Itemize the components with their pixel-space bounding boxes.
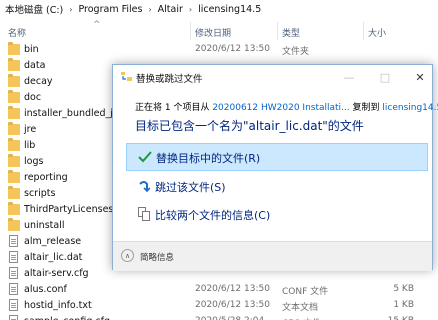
column-header-type[interactable]: 类型 bbox=[282, 26, 300, 39]
file-name: altair_lic.dat bbox=[24, 252, 83, 263]
file-name: reporting bbox=[24, 172, 68, 183]
file-name: doc bbox=[24, 92, 42, 103]
file-name: altair-serv.cfg bbox=[24, 268, 89, 279]
file-name: decay bbox=[24, 76, 53, 87]
close-icon[interactable]: ✕ bbox=[409, 68, 431, 86]
file-date: 2020/5/28 2:04 bbox=[195, 316, 264, 320]
file-name: sample_config.cfg bbox=[24, 316, 110, 320]
folder-icon bbox=[8, 42, 20, 55]
breadcrumb-separator-icon[interactable]: › bbox=[189, 5, 192, 14]
column-divider[interactable] bbox=[277, 22, 278, 40]
folder-icon bbox=[8, 186, 20, 199]
source-folder-link[interactable]: 20200612 HW2020 Installati... bbox=[212, 103, 349, 113]
file-date: 2020/6/12 13:50 bbox=[195, 284, 270, 294]
document-icon bbox=[9, 315, 18, 320]
file-size: 15 KB bbox=[388, 316, 414, 320]
compare-files-option[interactable]: 比较两个文件的信息(C) bbox=[126, 201, 428, 229]
file-name: jre bbox=[24, 124, 37, 135]
maximize-icon[interactable]: □ bbox=[374, 68, 396, 86]
file-type: 文本文档 bbox=[282, 303, 319, 313]
document-icon bbox=[9, 283, 18, 295]
column-header-size[interactable]: 大小 bbox=[368, 26, 386, 39]
breadcrumb-item-program-files[interactable]: Program Files bbox=[78, 4, 142, 15]
file-name: alm_release bbox=[24, 236, 82, 247]
file-name: uninstall bbox=[24, 220, 65, 231]
dialog-title: 替换或跳过文件 bbox=[136, 74, 203, 85]
breadcrumb: 本地磁盘 (C:) › Program Files › Altair › lic… bbox=[0, 0, 438, 18]
breadcrumb-separator-icon[interactable]: › bbox=[69, 5, 72, 14]
file-name: bin bbox=[24, 44, 39, 55]
compare-docs-icon bbox=[136, 206, 152, 222]
check-icon bbox=[137, 149, 153, 165]
replace-file-option[interactable]: 替换目标中的文件(R) bbox=[126, 143, 428, 171]
folder-icon bbox=[8, 170, 20, 183]
file-name: alus.conf bbox=[24, 284, 67, 295]
file-name: lib bbox=[24, 140, 36, 151]
breadcrumb-item-drive[interactable]: 本地磁盘 (C:) bbox=[5, 2, 63, 16]
folder-icon bbox=[8, 106, 20, 119]
file-name: scripts bbox=[24, 188, 56, 199]
file-size: 5 KB bbox=[393, 284, 414, 294]
file-row[interactable]: alus.conf 2020/6/12 13:50 CONF 文件 5 KB bbox=[0, 282, 438, 298]
file-row[interactable]: sample_config.cfg 2020/5/28 2:04 CFG 文件 15 … bbox=[0, 314, 438, 320]
dialog-title-bar: 替换或跳过文件 — □ ✕ bbox=[113, 65, 432, 89]
folder-icon bbox=[8, 154, 20, 167]
file-size: 1 KB bbox=[393, 300, 414, 310]
destination-folder-link[interactable]: licensing14.5 bbox=[382, 103, 438, 113]
column-header-date[interactable]: 修改日期 bbox=[195, 26, 231, 39]
fewer-details-link[interactable]: 简略信息 bbox=[140, 251, 174, 263]
file-row[interactable]: hostid_info.txt 2020/6/12 13:50 文本文档 1 KB bbox=[0, 298, 438, 314]
chevron-up-icon[interactable]: ∧ bbox=[121, 249, 134, 262]
column-divider[interactable] bbox=[190, 22, 191, 40]
dialog-footer: ∧ 简略信息 bbox=[113, 241, 432, 271]
column-header-bar: ^ 名称 修改日期 类型 大小 bbox=[0, 20, 438, 40]
file-type: CONF 文件 bbox=[282, 287, 329, 297]
folder-icon bbox=[8, 58, 20, 71]
document-icon bbox=[9, 267, 18, 279]
skip-arrow-icon bbox=[136, 178, 152, 194]
file-type: 文件夹 bbox=[282, 47, 310, 57]
status-prefix: 正在将 1 个项目从 bbox=[135, 103, 213, 113]
breadcrumb-separator-icon[interactable]: › bbox=[148, 5, 151, 14]
folder-icon bbox=[8, 202, 20, 215]
breadcrumb-item-licensing[interactable]: licensing14.5 bbox=[198, 4, 261, 15]
folder-icon bbox=[8, 74, 20, 87]
breadcrumb-item-altair[interactable]: Altair bbox=[158, 4, 183, 15]
file-type: CFG 文件 bbox=[282, 316, 321, 320]
file-name: installer_bundled_jre bbox=[24, 108, 123, 119]
document-icon bbox=[9, 299, 18, 311]
file-name: logs bbox=[24, 156, 44, 167]
sort-ascending-icon: ^ bbox=[93, 20, 101, 30]
skip-file-option[interactable]: 跳过该文件(S) bbox=[126, 173, 428, 201]
document-icon bbox=[9, 251, 18, 263]
folder-icon bbox=[8, 138, 20, 151]
file-date: 2020/6/12 13:50 bbox=[195, 44, 270, 54]
folder-icon bbox=[8, 122, 20, 135]
file-name: hostid_info.txt bbox=[24, 300, 92, 311]
minimize-icon[interactable]: — bbox=[338, 68, 360, 86]
folder-icon bbox=[8, 218, 20, 231]
folder-icon bbox=[8, 90, 20, 103]
replace-or-skip-dialog: 替换或跳过文件 — □ ✕ 正在将 1 个项目从 20200612 HW2020… bbox=[112, 64, 438, 271]
document-icon bbox=[9, 235, 18, 247]
replace-file-label: 替换目标中的文件(R) bbox=[156, 152, 261, 165]
copy-files-icon bbox=[121, 72, 132, 81]
compare-files-label: 比较两个文件的信息(C) bbox=[155, 209, 271, 222]
copy-status-line: 正在将 1 个项目从 20200612 HW2020 Installati...… bbox=[135, 100, 438, 113]
column-header-name[interactable]: 名称 bbox=[8, 26, 26, 39]
file-name: data bbox=[24, 60, 46, 71]
conflict-headline: 目标已包含一个名为"altair_lic.dat"的文件 bbox=[135, 119, 364, 133]
file-date: 2020/6/12 13:50 bbox=[195, 300, 270, 310]
skip-file-label: 跳过该文件(S) bbox=[155, 181, 226, 194]
status-mid: 复制到 bbox=[349, 103, 383, 113]
column-divider[interactable] bbox=[363, 22, 364, 40]
file-name: ThirdPartyLicenses bbox=[24, 204, 114, 215]
file-row[interactable]: bin 2020/6/12 13:50 文件夹 bbox=[0, 42, 438, 58]
